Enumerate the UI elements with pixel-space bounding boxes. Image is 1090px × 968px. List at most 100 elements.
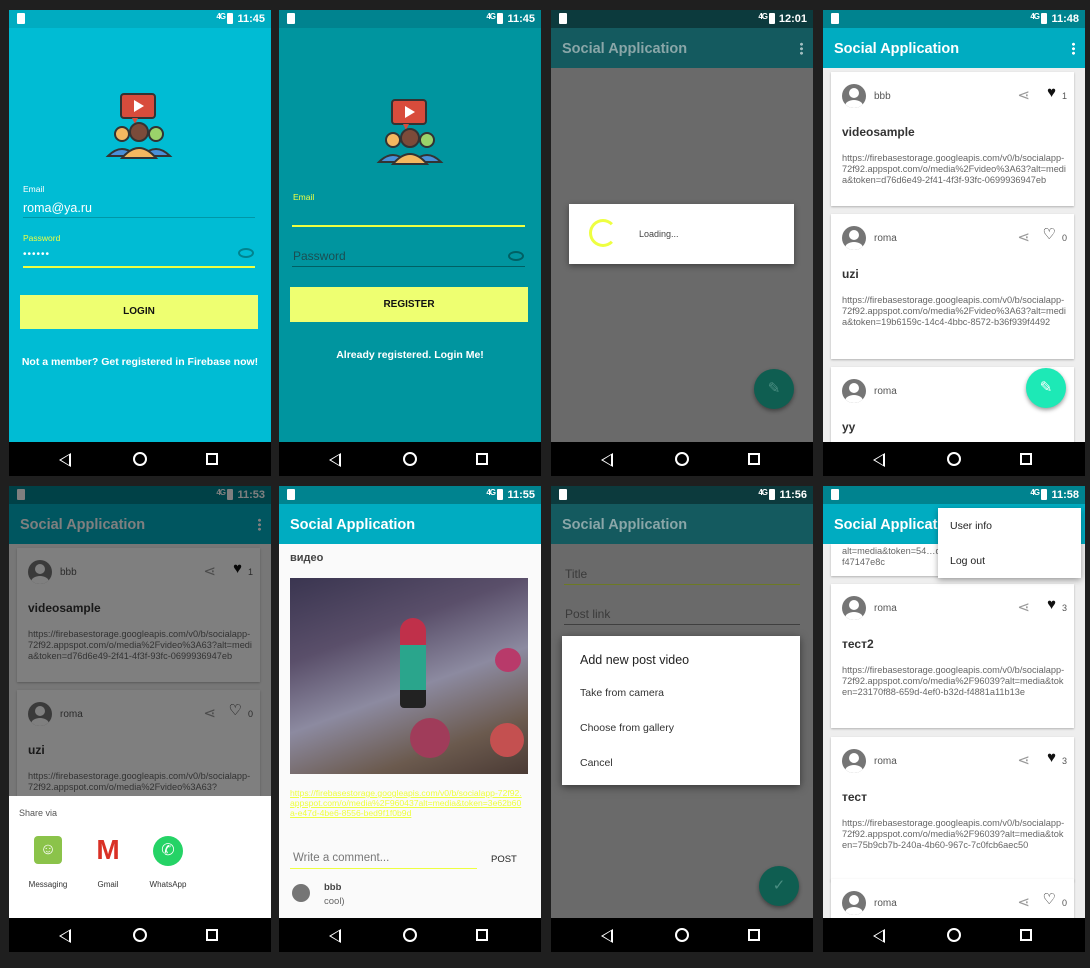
share-icon[interactable]: ⋖ — [1017, 86, 1030, 104]
like-count: 1 — [1061, 91, 1067, 101]
cancel-option[interactable]: Cancel — [580, 757, 613, 769]
edit-fab[interactable]: ✎ — [754, 369, 794, 409]
back-icon[interactable] — [601, 929, 613, 943]
post-card[interactable]: roma ⋖ ♥ 3 тест2 https://firebasestorage… — [831, 584, 1074, 728]
post-card[interactable]: roma ⋖ ♥ 3 тест https://firebasestorage.… — [831, 737, 1074, 881]
home-icon[interactable] — [403, 928, 417, 942]
comment-input[interactable]: Write a comment... — [293, 852, 389, 864]
post-user: roma — [874, 233, 897, 244]
kebab-menu-icon[interactable] — [1072, 42, 1075, 55]
post-url[interactable]: https://firebasestorage.googleapis.com/v… — [842, 818, 1067, 851]
post-url[interactable]: https://firebasestorage.googleapis.com/v… — [842, 665, 1067, 698]
new-post-screen: 4G 11:56 Social Application Title Post l… — [551, 486, 813, 952]
post-card[interactable]: roma ⋖ ♡ 0 uzi https://firebasestorage.g… — [831, 214, 1074, 359]
heart-filled-icon[interactable]: ♥ — [1047, 85, 1056, 100]
post-url[interactable]: https://firebasestorage.googleapis.com/v… — [842, 295, 1067, 328]
sim-icon — [17, 13, 25, 24]
back-icon[interactable] — [329, 929, 341, 943]
recents-icon[interactable] — [1020, 453, 1032, 465]
heart-outline-icon[interactable]: ♡ — [1043, 892, 1056, 907]
share-icon[interactable]: ⋖ — [1017, 598, 1030, 616]
password-field[interactable]: Password — [293, 249, 346, 263]
app-bar: Social Application — [823, 28, 1085, 68]
share-app-gmail[interactable]: M Gmail — [83, 836, 133, 896]
post-url[interactable]: https://firebasestorage.googleapis.com/v… — [842, 153, 1067, 186]
eye-icon[interactable] — [508, 251, 524, 261]
back-icon[interactable] — [329, 453, 341, 467]
share-app-whatsapp[interactable]: ✆ WhatsApp — [143, 836, 193, 896]
back-icon[interactable] — [873, 453, 885, 467]
eye-icon[interactable] — [238, 248, 254, 258]
recents-icon[interactable] — [476, 453, 488, 465]
heart-outline-icon[interactable]: ♡ — [1043, 227, 1056, 242]
password-underline — [292, 266, 525, 267]
back-icon[interactable] — [601, 453, 613, 467]
login-button[interactable]: LOGIN — [20, 295, 258, 329]
home-icon[interactable] — [133, 452, 147, 466]
post-comment-button[interactable]: POST — [491, 854, 517, 865]
recents-icon[interactable] — [748, 929, 760, 941]
menu-screen: 4G 11:58 Social Application alt=media&to… — [823, 486, 1085, 952]
video-thumbnail[interactable] — [290, 578, 528, 774]
register-button[interactable]: REGISTER — [290, 287, 528, 322]
battery-icon — [1041, 13, 1047, 24]
back-icon[interactable] — [873, 929, 885, 943]
login-link[interactable]: Already registered. Login Me! — [279, 349, 541, 361]
post-url[interactable]: alt=media&token=54…d91f47147e8c — [842, 546, 952, 568]
back-icon[interactable] — [59, 453, 71, 467]
kebab-menu-icon[interactable] — [800, 42, 803, 55]
post-title: yy — [842, 420, 856, 434]
child-figure — [400, 618, 426, 708]
network-indicator: 4G — [486, 12, 496, 21]
post-card[interactable]: bbb ⋖ ♥ 1 videosample https://firebasest… — [831, 72, 1074, 206]
home-icon[interactable] — [133, 928, 147, 942]
recents-icon[interactable] — [476, 929, 488, 941]
app-title: Social Application — [562, 41, 688, 57]
avatar-icon — [842, 84, 866, 108]
edit-fab[interactable]: ✎ — [1026, 368, 1066, 408]
share-icon[interactable]: ⋖ — [1017, 228, 1030, 246]
user-info-menu-item[interactable]: User info — [950, 520, 992, 532]
loading-text: Loading... — [639, 229, 679, 239]
recents-icon[interactable] — [206, 929, 218, 941]
app-bar: Social Application — [551, 504, 813, 544]
recents-icon[interactable] — [1020, 929, 1032, 941]
status-bar: 4G 11:55 — [279, 486, 541, 504]
post-card[interactable]: roma ⋖ ♡ 0 — [831, 879, 1074, 919]
sim-icon — [287, 13, 295, 24]
email-field[interactable] — [292, 225, 525, 227]
status-bar: 4G 11:45 — [279, 10, 541, 28]
share-icon[interactable]: ⋖ — [1017, 893, 1030, 911]
email-field[interactable]: roma@ya.ru — [23, 201, 92, 215]
clock: 11:58 — [1051, 489, 1079, 501]
password-field[interactable]: •••••• — [23, 249, 50, 260]
sim-icon — [287, 489, 295, 500]
post-user: bbb — [874, 91, 891, 102]
register-link[interactable]: Not a member? Get registered in Firebase… — [9, 356, 271, 368]
home-icon[interactable] — [675, 452, 689, 466]
link-input[interactable]: Post link — [565, 607, 610, 621]
post-url[interactable]: https://firebasestorage.googleapis.com/v… — [290, 788, 524, 818]
back-icon[interactable] — [59, 929, 71, 943]
recents-icon[interactable] — [206, 453, 218, 465]
confirm-fab[interactable]: ✓ — [759, 866, 799, 906]
home-icon[interactable] — [675, 928, 689, 942]
network-indicator: 4G — [758, 488, 768, 497]
home-icon[interactable] — [947, 452, 961, 466]
navigation-bar — [551, 442, 813, 476]
recents-icon[interactable] — [748, 453, 760, 465]
home-icon[interactable] — [947, 928, 961, 942]
title-input[interactable]: Title — [565, 567, 587, 581]
choose-from-gallery-option[interactable]: Choose from gallery — [580, 722, 674, 734]
home-icon[interactable] — [403, 452, 417, 466]
heart-filled-icon[interactable]: ♥ — [1047, 750, 1056, 765]
overflow-menu: User info Log out — [938, 508, 1081, 578]
share-app-messaging[interactable]: ☺ Messaging — [23, 836, 73, 896]
battery-icon — [227, 13, 233, 24]
log-out-menu-item[interactable]: Log out — [950, 555, 985, 567]
post-user: roma — [874, 756, 897, 767]
share-icon[interactable]: ⋖ — [1017, 751, 1030, 769]
take-from-camera-option[interactable]: Take from camera — [580, 687, 664, 699]
heart-filled-icon[interactable]: ♥ — [1047, 597, 1056, 612]
video-people-logo-icon — [105, 93, 173, 159]
